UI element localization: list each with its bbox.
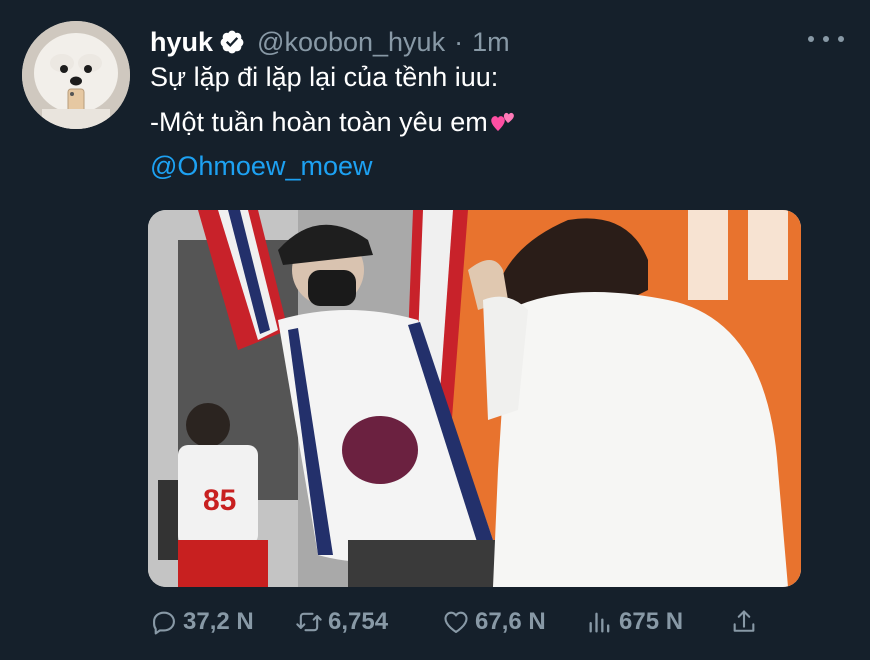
views-count: 675 N [619,608,684,635]
tweet-actions: 37,2 N 6,754 67,6 N 675 N [150,604,770,640]
two-hearts-emoji [490,112,514,131]
share-button[interactable] [730,604,758,640]
tweet-text-line-2: -Một tuần hoàn toàn yêu em [150,107,516,138]
like-button[interactable]: 67,6 N [442,604,546,640]
like-count: 67,6 N [475,608,546,635]
reply-icon [153,611,175,635]
display-name[interactable]: hyuk [150,27,213,58]
svg-text:85: 85 [203,484,236,517]
retweet-count: 6,754 [328,608,389,635]
tweet-text-line-2-text: -Một tuần hoàn toàn yêu em [150,107,488,137]
share-icon [733,610,755,632]
separator-dot: · [454,26,464,57]
avatar-image [22,21,130,129]
retweet-button[interactable]: 6,754 [295,604,388,640]
timestamp[interactable]: 1m [472,27,510,58]
mention-link[interactable]: @Ohmoew_moew [150,151,373,182]
tweet-photo[interactable]: 85 [148,210,801,587]
avatar[interactable] [22,21,130,129]
heart-icon [444,611,468,633]
reply-button[interactable]: 37,2 N [150,604,254,640]
retweet-icon [296,612,322,632]
tweet-header: hyuk @koobon_hyuk · 1m [150,24,510,60]
views-button[interactable]: 675 N [586,604,683,640]
verified-badge-icon [220,30,244,54]
photo-image: 85 [148,210,801,587]
views-chart-icon [589,612,610,633]
user-handle[interactable]: @koobon_hyuk [257,27,445,58]
reply-count: 37,2 N [183,608,254,635]
more-options-icon[interactable] [808,27,844,51]
tweet-text-line-1: Sự lặp đi lặp lại của tềnh iuu: [150,62,499,92]
